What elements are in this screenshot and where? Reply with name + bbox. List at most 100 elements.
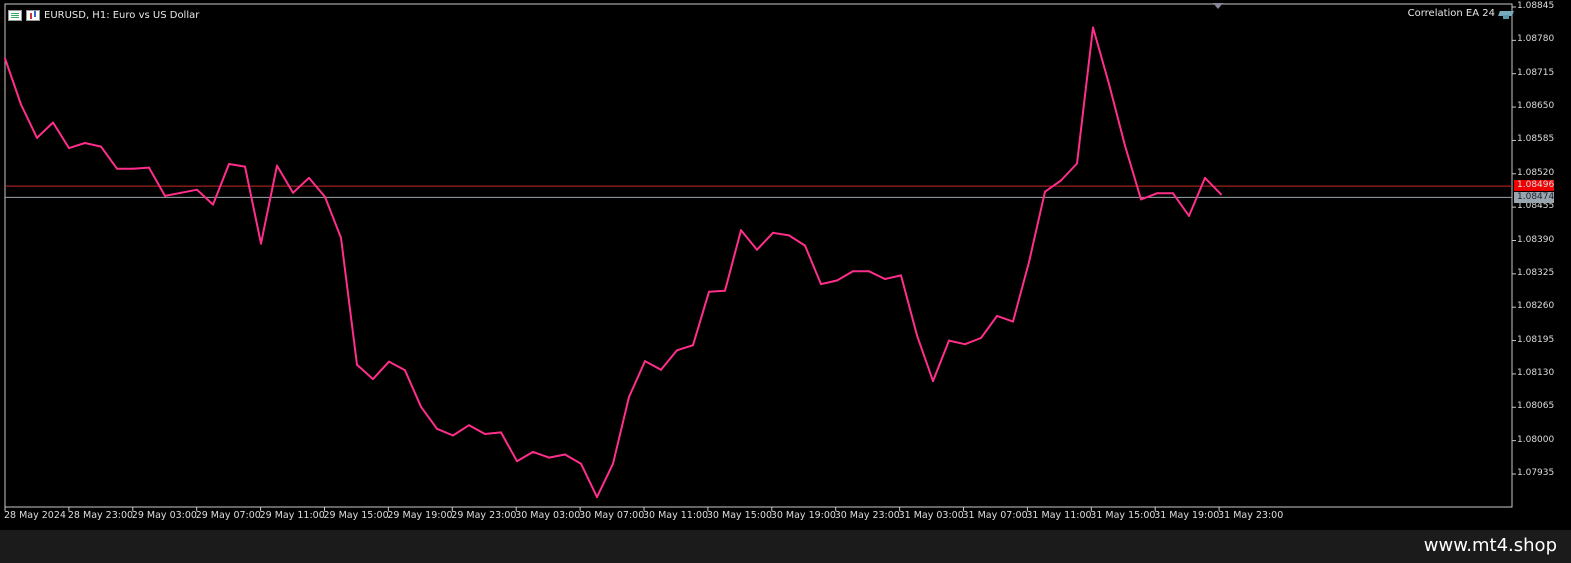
x-tick-label: 28 May 2024 bbox=[4, 510, 66, 521]
price-chart[interactable] bbox=[0, 0, 1571, 530]
price-point bbox=[596, 496, 598, 499]
price-series-line[interactable] bbox=[4, 26, 1222, 499]
price-point bbox=[468, 424, 470, 427]
price-point bbox=[340, 236, 342, 239]
y-tick-label: 1.08780 bbox=[1517, 34, 1555, 45]
price-point bbox=[52, 121, 54, 124]
price-point bbox=[1172, 192, 1174, 195]
watermark-text: www.mt4.shop bbox=[1423, 535, 1557, 556]
price-point bbox=[4, 57, 6, 60]
bid-price-tag: 1.08496 bbox=[1514, 180, 1554, 192]
price-point bbox=[308, 176, 310, 179]
price-point bbox=[228, 163, 230, 166]
graduation-cap-icon bbox=[1499, 9, 1513, 19]
x-tick-label: 29 May 15:00 bbox=[323, 510, 389, 521]
x-tick-label: 29 May 03:00 bbox=[131, 510, 197, 521]
y-tick-label: 1.08520 bbox=[1517, 167, 1555, 178]
price-point bbox=[820, 283, 822, 286]
price-point bbox=[36, 136, 38, 139]
y-tick-label: 1.08325 bbox=[1517, 267, 1555, 278]
price-point bbox=[932, 380, 934, 383]
price-point bbox=[1204, 176, 1206, 179]
x-tick-label: 31 May 15:00 bbox=[1090, 510, 1156, 521]
price-point bbox=[436, 427, 438, 430]
x-tick-label: 30 May 23:00 bbox=[834, 510, 900, 521]
chart-window[interactable]: EURUSD, H1: Euro vs US Dollar Correlatio… bbox=[0, 0, 1571, 530]
price-point bbox=[724, 289, 726, 292]
price-point bbox=[996, 314, 998, 317]
y-tick-label: 1.08065 bbox=[1517, 401, 1555, 412]
price-point bbox=[68, 147, 70, 150]
price-point bbox=[740, 229, 742, 232]
ea-name: Correlation EA 24 bbox=[1407, 8, 1495, 19]
price-point bbox=[580, 462, 582, 465]
y-tick-label: 1.08000 bbox=[1517, 434, 1555, 445]
chart-frame bbox=[4, 3, 1513, 508]
x-tick-label: 29 May 11:00 bbox=[259, 510, 325, 521]
price-point bbox=[1044, 190, 1046, 193]
price-point bbox=[196, 188, 198, 191]
y-tick-label: 1.08195 bbox=[1517, 334, 1555, 345]
price-point bbox=[276, 164, 278, 167]
x-tick-label: 29 May 19:00 bbox=[387, 510, 453, 521]
price-point bbox=[964, 343, 966, 346]
price-point bbox=[148, 166, 150, 169]
y-tick-label: 1.07935 bbox=[1517, 468, 1555, 478]
price-point bbox=[212, 203, 214, 206]
x-tick-label: 30 May 07:00 bbox=[579, 510, 645, 521]
y-tick-label: 1.08845 bbox=[1517, 1, 1555, 11]
price-point bbox=[20, 103, 22, 106]
price-point bbox=[356, 363, 358, 366]
price-point bbox=[164, 194, 166, 197]
chart-type-icon[interactable] bbox=[26, 9, 40, 21]
price-point bbox=[564, 453, 566, 456]
x-tick-label: 30 May 11:00 bbox=[643, 510, 709, 521]
price-point bbox=[676, 349, 678, 352]
price-point bbox=[244, 165, 246, 168]
watermark-bar: www.mt4.shop bbox=[0, 530, 1571, 563]
price-point bbox=[948, 339, 950, 342]
price-point bbox=[388, 360, 390, 363]
price-point bbox=[900, 274, 902, 277]
price-point bbox=[852, 270, 854, 273]
expert-advisor-label[interactable]: Correlation EA 24 bbox=[1408, 8, 1513, 19]
y-tick-label: 1.08390 bbox=[1517, 234, 1555, 245]
price-point bbox=[1188, 214, 1190, 217]
price-point bbox=[324, 195, 326, 198]
price-point bbox=[628, 396, 630, 399]
price-point bbox=[116, 167, 118, 170]
price-point bbox=[1220, 193, 1222, 196]
price-point bbox=[420, 405, 422, 408]
price-point bbox=[84, 141, 86, 144]
price-point bbox=[1108, 82, 1110, 85]
price-point bbox=[1060, 179, 1062, 182]
price-point bbox=[500, 431, 502, 434]
ask-price-tag: 1.08474 bbox=[1514, 192, 1554, 204]
price-point bbox=[788, 234, 790, 237]
price-point bbox=[980, 337, 982, 340]
price-point bbox=[516, 460, 518, 463]
price-point bbox=[484, 432, 486, 435]
window-list-icon[interactable] bbox=[8, 9, 22, 21]
price-point bbox=[916, 334, 918, 337]
y-tick-label: 1.08650 bbox=[1517, 101, 1555, 112]
price-point bbox=[612, 462, 614, 465]
price-point bbox=[132, 167, 134, 170]
x-tick-label: 30 May 15:00 bbox=[706, 510, 773, 521]
price-point bbox=[100, 145, 102, 148]
price-point bbox=[660, 368, 662, 371]
scroll-marker-icon[interactable] bbox=[1213, 3, 1223, 9]
price-point bbox=[1140, 198, 1142, 201]
price-point bbox=[180, 191, 182, 194]
x-tick-label: 30 May 19:00 bbox=[770, 510, 836, 521]
y-tick-label: 1.08715 bbox=[1517, 67, 1555, 78]
symbol-title: EURUSD, H1: Euro vs US Dollar bbox=[44, 9, 200, 21]
price-point bbox=[452, 434, 454, 437]
price-point bbox=[1012, 320, 1014, 323]
price-point bbox=[756, 248, 758, 251]
price-point bbox=[1076, 162, 1078, 165]
price-point bbox=[692, 344, 694, 347]
price-point bbox=[644, 360, 646, 363]
price-point bbox=[804, 244, 806, 247]
price-point bbox=[372, 378, 374, 381]
